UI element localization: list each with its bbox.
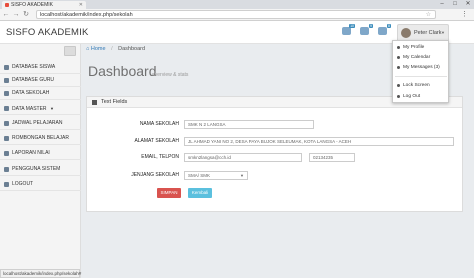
sidebar-item-logout[interactable]: LOGOUT <box>0 178 81 191</box>
menu-divider <box>395 76 447 77</box>
calendar-icon <box>4 121 9 126</box>
nama-sekolah-label: NAMA SEKOLAH <box>139 121 179 127</box>
lock-icon <box>397 84 400 87</box>
sidebar-item-label: PENGGUNA SISTEM <box>12 166 61 172</box>
breadcrumb-separator: / <box>111 46 113 52</box>
user-cog-icon <box>4 167 9 172</box>
sidebar-item-jadwal-pelajaran[interactable]: JADWAL PELAJARAN <box>0 117 81 130</box>
menu-item-my-profile[interactable]: My Profile <box>393 43 448 52</box>
sidebar-item-rombongan-belajar[interactable]: ROMBONGAN BELAJAR <box>0 132 81 145</box>
simpan-button[interactable]: SIMPAN <box>157 188 181 198</box>
sidebar: DATABASE SISWA DATABASE GURU DATA SEKOLA… <box>0 44 81 278</box>
menu-item-my-calendar[interactable]: My Calendar <box>393 53 448 62</box>
favicon-icon <box>5 3 9 7</box>
email-input[interactable]: smkn2langsa@cch.id <box>184 153 302 162</box>
building-icon <box>4 91 9 96</box>
menu-item-label: Log Out <box>403 94 421 99</box>
sidebar-item-label: DATABASE GURU <box>12 77 55 83</box>
chevron-down-icon: ▼ <box>441 30 445 35</box>
sidebar-item-laporan-nilai[interactable]: LAPORAN NILAI <box>0 147 81 160</box>
sidebar-item-label: LAPORAN NILAI <box>12 150 50 156</box>
sidebar-item-label: JADWAL PELAJARAN <box>12 120 63 126</box>
user-name: Peter Clark <box>414 30 442 36</box>
nama-sekolah-input[interactable]: SMK N 2 LANGSA <box>184 120 314 129</box>
sidebar-item-data-master[interactable]: DATA MASTER ▼ <box>0 102 81 115</box>
menu-item-lock-screen[interactable]: Lock Screen <box>393 81 448 90</box>
users-icon <box>4 65 9 70</box>
browser-menu-icon[interactable]: ⋮ <box>461 10 468 20</box>
sidebar-item-data-sekolah[interactable]: DATA SEKOLAH <box>0 87 81 100</box>
sidebar-item-database-siswa[interactable]: DATABASE SISWA <box>0 61 81 74</box>
sidebar-item-label: DATA SEKOLAH <box>12 90 50 96</box>
menu-item-label: My Messages (3) <box>403 65 440 70</box>
tasks-count-badge: 10 <box>349 24 355 28</box>
sidebar-item-label: DATA MASTER <box>12 106 47 112</box>
panel-title: Text Fields <box>101 99 128 105</box>
sidebar-item-label: DATABASE SISWA <box>12 64 56 70</box>
maximize-icon[interactable]: □ <box>449 0 461 9</box>
reload-icon[interactable]: ↻ <box>22 10 30 20</box>
page-subtitle: overview & stats <box>152 72 189 78</box>
messages-count-badge: 8 <box>387 24 391 28</box>
text-fields-panel: Text Fields NAMA SEKOLAH SMK N 2 LANGSA … <box>86 96 463 212</box>
messages-icon[interactable]: 8 <box>378 24 391 35</box>
telpon-input[interactable]: 02134235 <box>309 153 355 162</box>
avatar <box>401 28 411 38</box>
alamat-sekolah-input[interactable]: JL AHMAD YANI NO 2, DESA PAYA BUJOK SELE… <box>184 137 454 146</box>
sidebar-item-label: ROMBONGAN BELAJAR <box>12 135 69 141</box>
edit-icon <box>92 100 97 105</box>
kembali-button[interactable]: Kembali <box>188 188 212 198</box>
breadcrumb-current: Dashboard <box>118 46 146 52</box>
jenjang-sekolah-label: JENJANG SEKOLAH <box>131 172 179 178</box>
app-brand[interactable]: SISFO AKADEMIK <box>6 27 89 38</box>
user-icon <box>397 46 400 49</box>
database-icon <box>4 106 9 111</box>
url-text: localhost/akademik/index.php/sekolah <box>40 12 133 18</box>
sidebar-item-label: LOGOUT <box>12 181 34 187</box>
sidebar-collapse-button[interactable] <box>64 46 76 56</box>
user-dropdown-menu: My Profile My Calendar My Messages (3) L… <box>392 40 449 103</box>
calendar-icon <box>397 56 400 59</box>
jenjang-sekolah-select[interactable]: SMA/ SMK ▼ <box>184 171 248 180</box>
browser-status-bar: localhost/akademik/index.php/sekolah# <box>0 269 81 278</box>
browser-tab-title: SISFO AKADEMIK <box>11 2 53 8</box>
minimize-icon[interactable]: – <box>436 0 448 9</box>
home-icon: ⌂ <box>86 46 90 52</box>
menu-item-label: My Calendar <box>403 55 431 60</box>
breadcrumb-home-link[interactable]: Home <box>91 46 106 52</box>
menu-item-label: My Profile <box>403 45 425 50</box>
graduation-cap-icon <box>4 78 9 83</box>
notifications-icon[interactable]: 9 <box>360 24 373 35</box>
browser-tab-strip: SISFO AKADEMIK ✕ – □ ✕ <box>0 0 474 9</box>
jenjang-selected-value: SMA/ SMK <box>188 173 211 178</box>
envelope-icon <box>397 66 400 69</box>
menu-item-log-out[interactable]: Log Out <box>393 92 448 101</box>
file-icon <box>4 151 9 156</box>
forward-arrow-icon[interactable]: → <box>12 10 20 20</box>
key-icon <box>397 95 400 98</box>
email-telpon-label: EMAIL, TELPON <box>141 154 179 160</box>
close-tab-icon[interactable]: ✕ <box>79 1 83 9</box>
sidebar-item-pengguna-sistem[interactable]: PENGGUNA SISTEM <box>0 163 81 176</box>
back-arrow-icon[interactable]: ← <box>2 10 10 20</box>
browser-tab[interactable]: SISFO AKADEMIK ✕ <box>2 1 86 9</box>
bookmark-star-icon[interactable]: ☆ <box>426 11 431 19</box>
address-bar-row: ← → ↻ localhost/akademik/index.php/sekol… <box>0 9 474 21</box>
sidebar-item-database-guru[interactable]: DATABASE GURU <box>0 74 81 87</box>
group-icon <box>4 136 9 141</box>
notifications-count-badge: 9 <box>369 24 373 28</box>
window-close-icon[interactable]: ✕ <box>462 0 474 9</box>
tasks-icon[interactable]: 10 <box>342 24 355 35</box>
chevron-down-icon: ▼ <box>49 106 54 111</box>
url-field[interactable]: localhost/akademik/index.php/sekolah ☆ <box>36 10 436 19</box>
menu-item-label: Lock Screen <box>403 83 430 88</box>
logout-icon <box>4 182 9 187</box>
page-title: Dashboard <box>88 63 157 79</box>
alamat-sekolah-label: ALAMAT SEKOLAH <box>134 138 179 144</box>
menu-item-my-messages[interactable]: My Messages (3) <box>393 63 448 72</box>
select-caret-icon: ▼ <box>240 173 244 178</box>
